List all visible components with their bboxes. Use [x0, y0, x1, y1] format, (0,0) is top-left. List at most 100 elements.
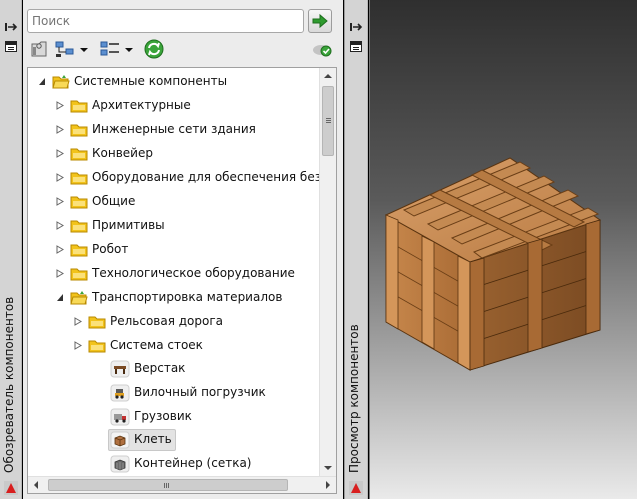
tree-node-label: Верстак — [134, 361, 186, 375]
preview-panel-title-text: Просмотр компонентов — [347, 324, 361, 473]
expand-arrow-icon[interactable] — [56, 269, 64, 278]
app-logo-icon[interactable] — [349, 481, 363, 495]
tree-vertical-scrollbar[interactable] — [319, 68, 336, 476]
refresh-icon — [144, 39, 164, 59]
preview-side-strip: Просмотр компонентов — [344, 0, 368, 499]
tree-node-category[interactable]: Робот — [28, 239, 316, 261]
tree-node-open-category[interactable]: Транспортировка материалов — [28, 287, 316, 309]
tree-node-label: Клеть — [134, 432, 172, 446]
folder-icon — [70, 172, 88, 185]
tree-component-item[interactable]: Вилочный погрузчик — [28, 382, 316, 404]
tree-node-category[interactable]: Оборудование для обеспечения безопас — [28, 167, 336, 189]
search-input[interactable] — [28, 10, 303, 32]
tree-node-label: Инженерные сети здания — [92, 122, 256, 136]
preview-panel-title: Просмотр компонентов — [347, 293, 364, 473]
tree-node-label: Рельсовая дорога — [110, 314, 224, 328]
crate-icon — [110, 431, 130, 449]
tree-node-label: Транспортировка материалов — [92, 290, 283, 304]
browser-panel-title: Обозреватель компонентов — [2, 253, 19, 473]
open-folder-icon — [70, 291, 88, 305]
tree-node-category[interactable]: Общие — [28, 191, 316, 213]
component-browser: Системные компоненты Архитектурные Инжен… — [23, 0, 343, 499]
tree-node-category[interactable]: Архитектурные — [28, 95, 316, 117]
tree-node-root[interactable]: Системные компоненты — [28, 71, 316, 93]
tree-node-subfolder[interactable]: Рельсовая дорога — [28, 311, 316, 333]
tree-node-label: Примитивы — [92, 218, 165, 232]
expand-arrow-icon[interactable] — [56, 173, 64, 182]
scroll-down-icon[interactable] — [324, 466, 332, 470]
expand-arrow-icon[interactable] — [74, 317, 82, 326]
tree-node-category[interactable]: Примитивы — [28, 215, 316, 237]
scroll-left-icon[interactable] — [34, 481, 38, 489]
search-field[interactable] — [27, 9, 304, 33]
list-view-dropdown-icon — [125, 48, 133, 52]
folder-settings-button[interactable] — [29, 38, 49, 62]
tree-view-button[interactable] — [54, 38, 88, 62]
tree-horizontal-scrollbar[interactable] — [28, 476, 336, 493]
pin-icon[interactable] — [4, 22, 18, 32]
tree-node-label: Система стоек — [110, 338, 203, 352]
tree-component-item[interactable]: Контейнер (сетка) — [28, 453, 316, 475]
folder-icon — [70, 148, 88, 161]
folder-icon — [70, 244, 88, 257]
search-go-button[interactable] — [308, 9, 332, 33]
list-view-icon — [100, 41, 119, 56]
tree-node-category[interactable]: Технологическое оборудование — [28, 263, 316, 285]
panel-menu-icon[interactable] — [5, 41, 17, 52]
tree-component-item[interactable]: Грузовик — [28, 406, 316, 428]
open-folder-icon — [52, 75, 70, 89]
component-preview[interactable] — [369, 0, 637, 499]
pin-icon[interactable] — [349, 22, 363, 32]
refresh-button[interactable] — [143, 38, 165, 62]
tree-node-label: Архитектурные — [92, 98, 191, 112]
cloud-status-icon — [313, 45, 332, 57]
panel-menu-icon[interactable] — [350, 41, 362, 52]
list-view-button[interactable] — [99, 38, 133, 62]
horizontal-scroll-thumb[interactable] — [48, 479, 288, 491]
tree-component-item-selected[interactable]: Клеть — [28, 429, 316, 451]
tree-node-label: Конвейер — [92, 146, 153, 160]
component-tree[interactable]: Системные компоненты Архитектурные Инжен… — [27, 67, 337, 494]
cloud-status-indicator[interactable] — [311, 38, 335, 62]
expand-arrow-icon[interactable] — [56, 101, 64, 110]
vertical-scroll-thumb[interactable] — [322, 86, 334, 156]
expand-arrow-icon[interactable] — [56, 149, 64, 158]
tree-node-label: Робот — [92, 242, 129, 256]
browser-side-strip: Обозреватель компонентов — [0, 0, 22, 499]
tree-node-label: Вилочный погрузчик — [134, 385, 266, 399]
expand-arrow-icon[interactable] — [56, 125, 64, 134]
collapse-arrow-icon[interactable] — [56, 293, 64, 302]
folder-icon — [70, 268, 88, 281]
folder-icon — [70, 220, 88, 233]
browser-toolbar — [27, 38, 337, 62]
expand-arrow-icon[interactable] — [74, 341, 82, 350]
tree-node-category[interactable]: Конвейер — [28, 143, 316, 165]
expand-arrow-icon[interactable] — [56, 245, 64, 254]
forklift-icon — [110, 384, 130, 402]
folder-settings-icon — [31, 41, 47, 57]
expand-arrow-icon[interactable] — [56, 197, 64, 206]
folder-icon — [70, 196, 88, 209]
workbench-icon — [110, 360, 130, 378]
expand-arrow-icon[interactable] — [56, 221, 64, 230]
folder-icon — [88, 340, 106, 353]
tree-view-icon — [55, 41, 74, 57]
tree-node-label: Грузовик — [134, 409, 192, 423]
collapse-arrow-icon[interactable] — [38, 77, 46, 86]
app-logo-icon[interactable] — [4, 481, 18, 495]
browser-panel-title-text: Обозреватель компонентов — [2, 296, 16, 473]
tree-node-label: Технологическое оборудование — [92, 266, 295, 280]
scroll-right-icon[interactable] — [326, 481, 330, 489]
tree-node-category[interactable]: Инженерные сети здания — [28, 119, 316, 141]
truck-icon — [110, 408, 130, 426]
crate-3d-preview[interactable] — [370, 0, 637, 499]
tree-component-item[interactable]: Верстак — [28, 358, 316, 380]
mesh-container-icon — [110, 455, 130, 473]
tree-node-label: Оборудование для обеспечения безопас — [92, 170, 337, 184]
folder-icon — [70, 124, 88, 137]
scroll-up-icon[interactable] — [324, 74, 332, 78]
tree-view-dropdown-icon — [80, 48, 88, 52]
folder-icon — [70, 100, 88, 113]
tree-node-subfolder[interactable]: Система стоек — [28, 335, 316, 357]
tree-node-label: Общие — [92, 194, 136, 208]
